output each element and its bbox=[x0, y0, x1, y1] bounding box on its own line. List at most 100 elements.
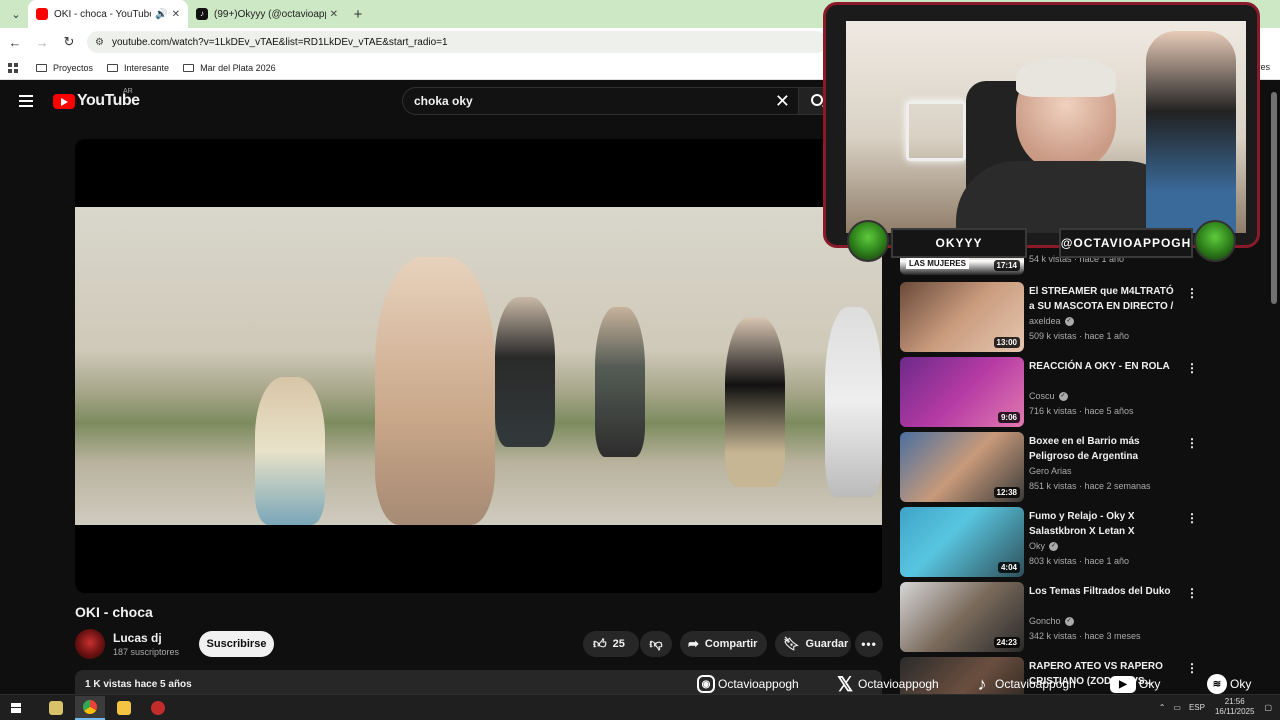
subscribe-button[interactable]: Suscribirse bbox=[199, 631, 274, 657]
related-thumbnail[interactable]: 9:06 bbox=[900, 357, 1024, 427]
clear-search-icon[interactable]: ✕ bbox=[775, 91, 790, 112]
folder-icon bbox=[107, 63, 119, 72]
video-figure bbox=[255, 377, 325, 525]
taskbar-chrome[interactable] bbox=[75, 695, 105, 720]
social-handle: Octavioappogh bbox=[718, 677, 799, 691]
bookmark-mar-del-plata[interactable]: Mar del Plata 2026 bbox=[183, 63, 276, 73]
search-input[interactable]: choka oky ✕ bbox=[402, 87, 798, 115]
duration-badge: 12:38 bbox=[993, 487, 1020, 498]
related-thumbnail[interactable]: 12:38 bbox=[900, 432, 1024, 502]
tab-title: OKI - choca - YouTube bbox=[54, 8, 152, 20]
url-text: youtube.com/watch?v=1LkDEv_vTAE&list=RD1… bbox=[111, 36, 448, 48]
like-count: 25 bbox=[612, 638, 625, 650]
social-handle: Oky bbox=[1139, 677, 1161, 691]
channel-label: Coscu bbox=[1029, 391, 1055, 401]
related-thumbnail[interactable]: 13:00 bbox=[900, 282, 1024, 352]
bookmark-label: Proyectos bbox=[53, 62, 94, 73]
taskbar-file-explorer[interactable] bbox=[109, 696, 139, 720]
social-spotify: ≋ Oky bbox=[1207, 673, 1251, 695]
youtube-logo[interactable]: YouTube AR bbox=[53, 88, 140, 110]
duration-badge: 9:06 bbox=[997, 412, 1020, 423]
menu-icon[interactable] bbox=[19, 95, 33, 107]
country-code: AR bbox=[123, 88, 133, 95]
dislike-button[interactable]: 👎︎ bbox=[640, 631, 672, 657]
related-meta: 342 k vistas · hace 3 meses bbox=[1029, 631, 1141, 641]
social-handle: Oky bbox=[1230, 677, 1252, 691]
bookmark-interesante[interactable]: Interesante bbox=[107, 63, 169, 73]
save-button[interactable]: 🔖︎ Guardar bbox=[775, 631, 851, 657]
folder-icon bbox=[183, 63, 195, 72]
social-handle: Octavioappogh bbox=[858, 677, 939, 691]
channel-label: Goncho bbox=[1029, 616, 1061, 626]
duration-badge: 24:23 bbox=[993, 637, 1020, 648]
back-arrow-icon[interactable]: ← bbox=[3, 35, 27, 50]
related-thumbnail[interactable]: 4:04 bbox=[900, 507, 1024, 577]
windows-start-icon[interactable] bbox=[11, 702, 21, 713]
related-title: Fumo y Relajo - Oky X Salastkbron X Leta… bbox=[1029, 511, 1135, 537]
more-options-icon[interactable]: ⋮ bbox=[1186, 286, 1198, 300]
more-options-icon[interactable]: ⋮ bbox=[1186, 361, 1198, 375]
taskbar-media-player[interactable] bbox=[41, 696, 71, 720]
page-scrollbar[interactable] bbox=[1271, 92, 1277, 304]
more-options-icon[interactable]: ⋮ bbox=[1186, 436, 1198, 450]
more-actions-button[interactable]: ••• bbox=[855, 631, 883, 657]
related-item[interactable]: 24:23 Los Temas Filtrados del Duko Gonch… bbox=[900, 582, 1200, 652]
language-indicator[interactable]: ESP bbox=[1189, 703, 1205, 712]
related-item[interactable]: 9:06 REACCIÓN A OKY - EN ROLA Coscu ✓ 716… bbox=[900, 357, 1200, 427]
instagram-icon: ◉ bbox=[697, 675, 715, 693]
forward-arrow-icon[interactable]: → bbox=[30, 35, 54, 50]
bookmark-proyectos[interactable]: Proyectos bbox=[36, 63, 93, 73]
video-figure bbox=[495, 297, 555, 447]
reload-icon[interactable]: ↻ bbox=[57, 34, 81, 50]
windows-taskbar: ⌃ ▭ ESP 21:56 16/11/2025 ▢ bbox=[0, 694, 1280, 720]
new-tab-button[interactable]: + bbox=[346, 6, 370, 23]
overlay-name-right: @OCTAVIOAPPOGH bbox=[1059, 228, 1193, 258]
more-options-icon[interactable]: ⋮ bbox=[1186, 586, 1198, 600]
display-icon[interactable]: ▭ bbox=[1173, 703, 1181, 712]
tray-chevron-icon[interactable]: ⌃ bbox=[1159, 703, 1166, 712]
related-title: Boxee en el Barrio más Peligroso de Arge… bbox=[1029, 436, 1140, 462]
notification-icon[interactable]: ▢ bbox=[1264, 703, 1272, 712]
verified-icon: ✓ bbox=[1064, 316, 1074, 326]
close-tab-icon[interactable]: ✕ bbox=[330, 9, 338, 20]
related-channel: Gero Arias bbox=[1029, 466, 1072, 476]
related-title: El STREAMER que M4LTRATÓ a SU MASCOTA EN… bbox=[1029, 286, 1174, 312]
apps-grid-icon[interactable] bbox=[8, 62, 18, 73]
related-item[interactable]: 4:04 Fumo y Relajo - Oky X Salastkbron X… bbox=[900, 507, 1200, 577]
related-item[interactable]: 13:00 El STREAMER que M4LTRATÓ a SU MASC… bbox=[900, 282, 1200, 352]
verified-icon: ✓ bbox=[1058, 391, 1068, 401]
more-options-icon[interactable]: ⋮ bbox=[1186, 511, 1198, 525]
related-title: REACCIÓN A OKY - EN ROLA bbox=[1029, 361, 1170, 372]
clock[interactable]: 21:56 16/11/2025 bbox=[1215, 697, 1254, 717]
webcam-frame bbox=[823, 2, 1260, 248]
taskbar-app[interactable] bbox=[143, 696, 173, 720]
speaker-icon[interactable]: 🔊 bbox=[155, 9, 167, 20]
app-icon bbox=[151, 700, 165, 715]
youtube-favicon-icon bbox=[36, 8, 48, 20]
channel-name[interactable]: Lucas dj bbox=[113, 631, 162, 645]
share-button[interactable]: ➦ Compartir bbox=[680, 631, 767, 657]
tab-search-icon[interactable]: ⌄ bbox=[4, 2, 28, 26]
verified-icon: ✓ bbox=[1064, 616, 1074, 626]
related-thumbnail[interactable]: 24:23 bbox=[900, 582, 1024, 652]
bookmark-label: Mar del Plata 2026 bbox=[200, 62, 276, 73]
tab-youtube[interactable]: OKI - choca - YouTube 🔊 ✕ bbox=[28, 0, 188, 28]
site-info-icon[interactable]: ⚙ bbox=[95, 37, 104, 48]
tiktok-icon: ♪ bbox=[977, 673, 987, 694]
webcam-overlay: OKYYY @OCTAVIOAPPOGH bbox=[823, 2, 1260, 265]
channel-avatar[interactable] bbox=[75, 629, 105, 659]
video-frame bbox=[75, 207, 882, 525]
video-player[interactable] bbox=[75, 139, 882, 593]
url-bar[interactable]: ⚙ youtube.com/watch?v=1LkDEv_vTAE&list=R… bbox=[87, 31, 827, 53]
related-item[interactable]: 12:38 Boxee en el Barrio más Peligroso d… bbox=[900, 432, 1200, 502]
video-figure bbox=[375, 257, 495, 525]
like-button[interactable]: 👍︎ 25 bbox=[583, 631, 639, 657]
views-and-date: 1 K vistas hace 5 años bbox=[85, 679, 192, 690]
close-tab-icon[interactable]: ✕ bbox=[172, 9, 180, 20]
more-options-icon[interactable]: ⋮ bbox=[1186, 661, 1198, 675]
related-title: Los Temas Filtrados del Duko bbox=[1029, 586, 1171, 597]
duration-badge: 4:04 bbox=[997, 562, 1020, 573]
tab-tiktok[interactable]: ♪ (99+)Okyyy (@octavioappogh) ✕ bbox=[188, 0, 346, 28]
social-x: 𝕏 Octavioappogh bbox=[835, 673, 939, 696]
spotify-icon: ≋ bbox=[1207, 674, 1227, 694]
